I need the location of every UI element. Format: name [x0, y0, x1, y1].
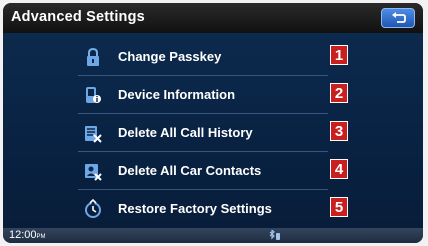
clock-ampm: PM	[36, 234, 46, 240]
divider	[78, 113, 328, 114]
device-frame: Advanced Settings Change Passkey Device …	[0, 0, 428, 246]
restore-icon	[85, 199, 101, 218]
title-bar: Advanced Settings	[3, 3, 423, 33]
menu-item-label: Delete All Call History	[118, 125, 253, 140]
head-unit-screen: Advanced Settings Change Passkey Device …	[3, 3, 423, 243]
callout-badge: 4	[330, 159, 348, 179]
clock-time: 12:00	[9, 229, 37, 241]
contacts-delete-icon	[85, 164, 102, 181]
bluetooth-status-icon	[269, 230, 280, 240]
callout-badge: 3	[330, 121, 348, 141]
menu-item-change-passkey[interactable]: Change Passkey	[78, 42, 328, 74]
phone-device-icon	[86, 87, 101, 103]
callout-badge: 5	[330, 197, 348, 217]
status-bar: 12:00PM	[3, 228, 423, 243]
menu-item-device-information[interactable]: Device Information	[78, 80, 328, 112]
menu-item-label: Restore Factory Settings	[118, 201, 272, 216]
menu-item-label: Device Information	[118, 87, 236, 102]
page-title: Advanced Settings	[11, 9, 145, 25]
back-arrow-icon	[392, 12, 406, 23]
call-history-delete-icon	[85, 126, 102, 143]
menu-item-delete-car-contacts[interactable]: Delete All Car Contacts	[78, 156, 328, 188]
callout-badge: 2	[330, 83, 348, 103]
divider	[78, 189, 328, 190]
menu-item-restore-factory-settings[interactable]: Restore Factory Settings	[78, 194, 328, 226]
divider	[78, 151, 328, 152]
divider	[78, 75, 328, 76]
callout-badge: 1	[330, 45, 348, 65]
lock-icon	[87, 47, 99, 66]
clock: 12:00PM	[9, 229, 46, 241]
menu-item-label: Delete All Car Contacts	[118, 163, 262, 178]
back-button[interactable]	[381, 8, 415, 28]
menu-item-delete-call-history[interactable]: Delete All Call History	[78, 118, 328, 150]
menu-item-label: Change Passkey	[118, 49, 222, 64]
